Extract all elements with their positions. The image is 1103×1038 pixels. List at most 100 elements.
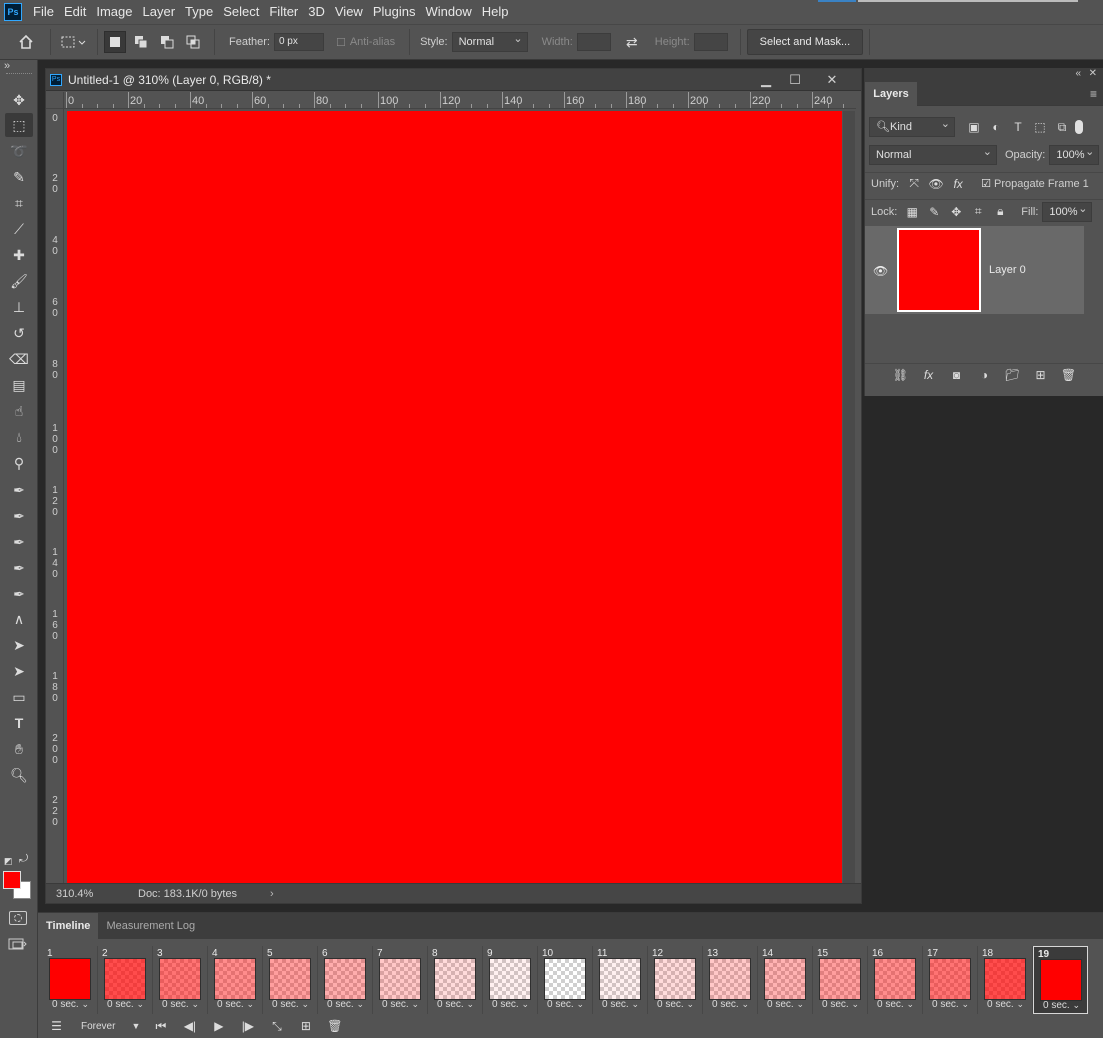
previous-frame-icon[interactable]: ◀|: [175, 1019, 204, 1033]
timeline-frame[interactable]: 14 0 sec. ⌄: [758, 946, 813, 1014]
frame-thumbnail[interactable]: [434, 958, 476, 1000]
play-icon[interactable]: ▶: [204, 1019, 233, 1033]
new-selection-icon[interactable]: [104, 31, 126, 53]
timeline-frame[interactable]: 10 sec. ⌄: [43, 946, 98, 1014]
frame-delay[interactable]: 0 sec. ⌄: [538, 999, 593, 1010]
timeline-frame[interactable]: 15 0 sec. ⌄: [813, 946, 868, 1014]
tab-timeline[interactable]: Timeline: [38, 913, 99, 939]
frame-delay[interactable]: 0 sec. ⌄: [813, 999, 868, 1010]
tween-icon[interactable]: ⤡: [262, 1019, 291, 1034]
timeline-frame[interactable]: 80 sec. ⌄: [428, 946, 483, 1014]
vertical-scrollbar[interactable]: [843, 111, 855, 884]
panel-menu-icon[interactable]: ≡: [1090, 87, 1097, 101]
menu-select[interactable]: Select: [218, 0, 264, 24]
blur-tool-icon[interactable]: 💧︎: [5, 425, 33, 449]
timeline-frame[interactable]: 16 0 sec. ⌄: [868, 946, 923, 1014]
direct-select-icon[interactable]: ➤: [5, 659, 33, 683]
status-menu-arrow-icon[interactable]: ›: [270, 888, 274, 900]
unify-style-icon[interactable]: fx: [947, 177, 969, 191]
brush-tool-icon[interactable]: 🖌︎: [5, 269, 33, 293]
freeform-pen-icon[interactable]: ✒︎: [5, 504, 33, 528]
frame-delay[interactable]: 0 sec. ⌄: [208, 999, 263, 1010]
timeline-frame[interactable]: 30 sec. ⌄: [153, 946, 208, 1014]
timeline-frame[interactable]: 40 sec. ⌄: [208, 946, 263, 1014]
propagate-checkbox[interactable]: ☑: [981, 177, 991, 190]
healing-brush-icon[interactable]: ✚: [5, 243, 33, 267]
timeline-frame[interactable]: 50 sec. ⌄: [263, 946, 318, 1014]
unify-position-icon[interactable]: ⤧: [903, 176, 925, 191]
dodge-tool-icon[interactable]: ⚲: [5, 451, 33, 475]
menu-edit[interactable]: Edit: [59, 0, 91, 24]
frame-delay[interactable]: 0 sec. ⌄: [648, 999, 703, 1010]
pen-tool-icon[interactable]: ✒︎: [5, 478, 33, 502]
canvas[interactable]: [67, 111, 842, 884]
type-tool-icon[interactable]: T: [5, 711, 33, 735]
feather-input[interactable]: 0 px: [273, 33, 324, 51]
menu-layer[interactable]: Layer: [138, 0, 181, 24]
timeline-frame[interactable]: 20 sec. ⌄: [98, 946, 153, 1014]
unify-visibility-icon[interactable]: 👁︎: [925, 177, 947, 191]
crop-tool-icon[interactable]: ⌗: [5, 191, 33, 215]
subtract-selection-icon[interactable]: [156, 31, 178, 53]
frame-thumbnail[interactable]: [159, 958, 201, 1000]
filter-type-icon[interactable]: T: [1007, 120, 1029, 134]
intersect-selection-icon[interactable]: [182, 31, 204, 53]
menu-file[interactable]: File: [28, 0, 59, 24]
new-group-icon[interactable]: 📁︎: [999, 368, 1027, 382]
menu-3d[interactable]: 3D: [303, 0, 330, 24]
timeline-frame[interactable]: 60 sec. ⌄: [318, 946, 373, 1014]
frame-thumbnail[interactable]: [984, 958, 1026, 1000]
swap-dimensions-icon[interactable]: ⇄: [621, 31, 643, 53]
foreground-color-swatch[interactable]: [3, 871, 21, 889]
history-brush-icon[interactable]: ↺: [5, 321, 33, 345]
filter-smart-object-icon[interactable]: ⧉: [1051, 120, 1073, 135]
frame-delay[interactable]: 0 sec. ⌄: [923, 999, 978, 1010]
path-select-icon[interactable]: ➤: [5, 633, 33, 657]
filter-pixel-icon[interactable]: ▣: [963, 120, 985, 134]
layer-name[interactable]: Layer 0: [989, 264, 1026, 276]
quick-select-tool-icon[interactable]: ✎: [5, 165, 33, 189]
lock-transparent-icon[interactable]: ▦: [901, 205, 923, 219]
frame-thumbnail[interactable]: [819, 958, 861, 1000]
eraser-tool-icon[interactable]: ⌫: [5, 347, 33, 371]
filter-shape-icon[interactable]: ⬚: [1029, 120, 1051, 134]
frame-thumbnail[interactable]: [379, 958, 421, 1000]
ruler-origin[interactable]: [46, 92, 64, 109]
timeline-frame[interactable]: 70 sec. ⌄: [373, 946, 428, 1014]
delete-frame-icon[interactable]: 🗑︎: [320, 1019, 349, 1033]
tab-measurement-log[interactable]: Measurement Log: [98, 913, 203, 939]
home-icon[interactable]: [14, 31, 38, 53]
adjustment-layer-icon[interactable]: ◑: [971, 368, 999, 382]
menu-type[interactable]: Type: [180, 0, 218, 24]
frame-delay[interactable]: 0 sec. ⌄: [758, 999, 813, 1010]
frame-delay[interactable]: 0 sec. ⌄: [43, 999, 98, 1010]
frame-delay[interactable]: 0 sec. ⌄: [483, 999, 538, 1010]
filter-toggle[interactable]: [1075, 120, 1083, 134]
frame-thumbnail[interactable]: [709, 958, 751, 1000]
lock-image-icon[interactable]: ✎: [923, 205, 945, 219]
frame-delay[interactable]: 0 sec. ⌄: [153, 999, 208, 1010]
lock-all-icon[interactable]: 🔒︎: [989, 204, 1011, 219]
zoom-tool-icon[interactable]: 🔍︎: [5, 763, 33, 787]
frame-delay[interactable]: 0 sec. ⌄: [98, 999, 153, 1010]
frame-thumbnail[interactable]: [599, 958, 641, 1000]
frame-delay[interactable]: 0 sec. ⌄: [373, 999, 428, 1010]
menu-help[interactable]: Help: [477, 0, 514, 24]
frame-thumbnail[interactable]: [654, 958, 696, 1000]
document-tab[interactable]: Ps Untitled-1 @ 310% (Layer 0, RGB/8) * …: [46, 69, 861, 91]
frame-delay[interactable]: 0 sec. ⌄: [428, 999, 483, 1010]
frame-thumbnail[interactable]: [269, 958, 311, 1000]
frame-thumbnail[interactable]: [214, 958, 256, 1000]
timeline-frame[interactable]: 11 0 sec. ⌄: [593, 946, 648, 1014]
smudge-tool-icon[interactable]: ☝︎: [5, 399, 33, 423]
height-input[interactable]: [693, 33, 728, 51]
convert-point-icon[interactable]: ∧: [5, 607, 33, 631]
gradient-tool-icon[interactable]: ▤: [5, 373, 33, 397]
timeline-frame[interactable]: 10 0 sec. ⌄: [538, 946, 593, 1014]
zoom-level[interactable]: 310.4%: [56, 888, 126, 900]
select-and-mask-button[interactable]: Select and Mask...: [746, 29, 864, 55]
menu-image[interactable]: Image: [91, 0, 137, 24]
hand-tool-icon[interactable]: ✋︎: [5, 737, 33, 761]
style-select[interactable]: Normal: [451, 32, 528, 52]
opacity-input[interactable]: 100%: [1049, 145, 1100, 165]
